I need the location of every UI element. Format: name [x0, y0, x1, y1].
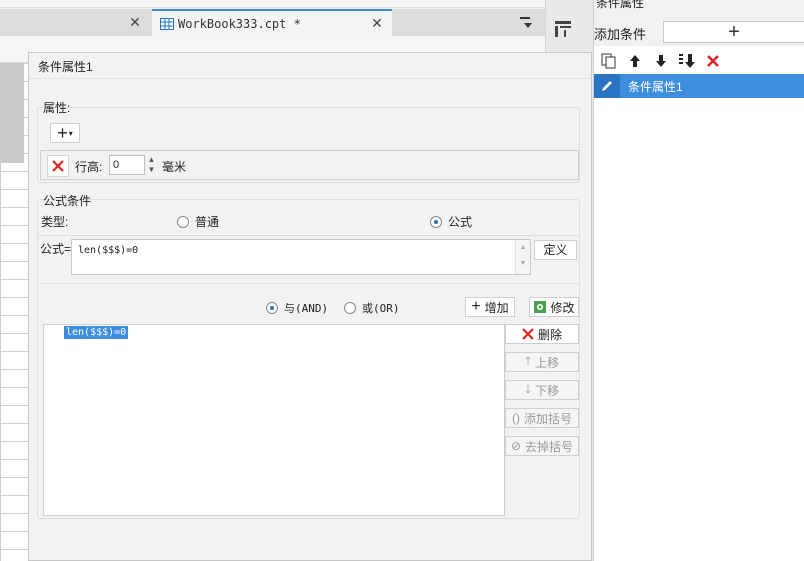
and-label: 与(AND) [284, 302, 329, 315]
condition-list[interactable]: len($$$)=0 [43, 324, 505, 516]
delete-button[interactable]: 删除 [505, 324, 579, 344]
formula-input[interactable]: len($$$)=0 [71, 239, 531, 275]
row-header [0, 63, 24, 163]
modify-icon [534, 301, 547, 313]
condition-list-item[interactable]: len($$$)=0 [64, 326, 129, 339]
radio-off-icon [177, 215, 189, 228]
row-height-label: 行高: [75, 160, 103, 174]
radio-on-icon [266, 302, 278, 314]
plus-icon: + [471, 298, 481, 315]
or-radio[interactable]: 或(OR) [344, 300, 400, 316]
add-parens-button[interactable]: () 添加括号 [505, 408, 579, 428]
radio-off-icon [344, 302, 356, 314]
condition-attributes-panel: 条件属性 添加条件 + 条件属性1 [593, 0, 804, 561]
add-parens-label: 添加括号 [523, 411, 572, 426]
add-condition-button[interactable]: + [663, 21, 804, 43]
pencil-icon [594, 74, 620, 98]
radio-on-icon [430, 215, 442, 228]
modify-label: 修改 [550, 300, 575, 315]
dropdown-caret-icon: ▾ [68, 128, 73, 138]
divider [39, 283, 579, 284]
modify-condition-button[interactable]: 修改 [529, 297, 579, 317]
move-up-button[interactable]: 🡑 上移 [505, 352, 579, 372]
tab-title: WorkBook333.cpt * [178, 16, 301, 31]
and-radio[interactable]: 与(AND) [266, 300, 328, 316]
row-height-spinner[interactable]: ▲ ▼ [145, 155, 158, 175]
dialog-title: 条件属性1 [38, 60, 93, 74]
remove-parens-button[interactable]: ⊘ 去掉括号 [505, 436, 579, 456]
copy-icon[interactable] [598, 51, 620, 71]
remove-parens-label: 去掉括号 [525, 439, 574, 454]
move-down-label: 下移 [535, 383, 560, 398]
attributes-legend: 属性: [43, 101, 71, 115]
type-formula-label: 公式 [448, 215, 473, 229]
plus-icon: + [57, 122, 68, 143]
workbook-icon [160, 17, 174, 30]
close-tab-icon[interactable]: ✕ [370, 15, 384, 32]
remove-parens-icon: ⊘ [510, 439, 522, 453]
layout-icon[interactable] [554, 20, 572, 38]
move-down-button[interactable]: 🡓 下移 [505, 380, 579, 400]
panel-title: 条件属性 [596, 0, 645, 10]
delete-icon [52, 160, 64, 172]
arrow-down-icon: 🡓 [524, 381, 532, 396]
arrow-up-icon: 🡑 [524, 353, 532, 368]
type-label: 类型: [41, 215, 69, 229]
tab-workbook[interactable]: WorkBook333.cpt * ✕ [152, 9, 392, 36]
delete-label: 删除 [537, 327, 562, 342]
row-height-input[interactable]: 0 [109, 155, 145, 175]
panel-toolbar [594, 50, 804, 72]
dialog-titlebar: 条件属性1 [29, 53, 591, 79]
delete-icon[interactable] [702, 51, 724, 71]
add-condition-button[interactable]: + 增加 [465, 297, 515, 317]
arrow-down-icon[interactable] [650, 51, 672, 71]
parens-icon: () [511, 411, 520, 425]
delete-attribute-button[interactable] [47, 155, 69, 177]
add-attribute-button[interactable]: + ▾ [50, 123, 80, 143]
formula-condition-legend: 公式条件 [43, 194, 92, 208]
add-label: 增加 [484, 300, 509, 315]
add-condition-label: 添加条件 [594, 27, 647, 42]
divider [39, 235, 579, 236]
formula-scrollbar[interactable]: ▲ ▼ [515, 240, 530, 274]
delete-icon [522, 328, 534, 340]
move-up-label: 上移 [535, 355, 560, 370]
condition-attribute-dialog: 条件属性1 属性: + ▾ 行高: 0 ▲ ▼ 毫米 公式条件 类型: 普通 公式… [28, 52, 592, 561]
row-height-unit: 毫米 [162, 160, 187, 174]
tab-menu-icon[interactable] [518, 14, 536, 32]
close-tab-icon[interactable]: ✕ [128, 14, 142, 31]
sort-down-icon[interactable] [676, 51, 698, 71]
define-button[interactable]: 定义 [534, 240, 577, 260]
type-normal-radio[interactable]: 普通 [177, 213, 219, 230]
type-formula-radio[interactable]: 公式 [430, 213, 472, 230]
quick-access-toolbar [0, 0, 545, 8]
panel-header: 条件属性 添加条件 + [594, 0, 804, 46]
type-normal-label: 普通 [195, 215, 220, 229]
or-label: 或(OR) [362, 302, 400, 315]
formula-label: 公式= [40, 242, 72, 256]
condition-list-item[interactable]: 条件属性1 [594, 74, 804, 98]
tab-previous-workbook[interactable]: ✕ [0, 9, 150, 36]
editor-tab-bar: ✕ WorkBook333.cpt * ✕ [0, 9, 545, 36]
arrow-up-icon[interactable] [624, 51, 646, 71]
condition-label: 条件属性1 [628, 79, 683, 94]
row-height-attribute: 行高: 0 ▲ ▼ 毫米 [40, 150, 579, 180]
